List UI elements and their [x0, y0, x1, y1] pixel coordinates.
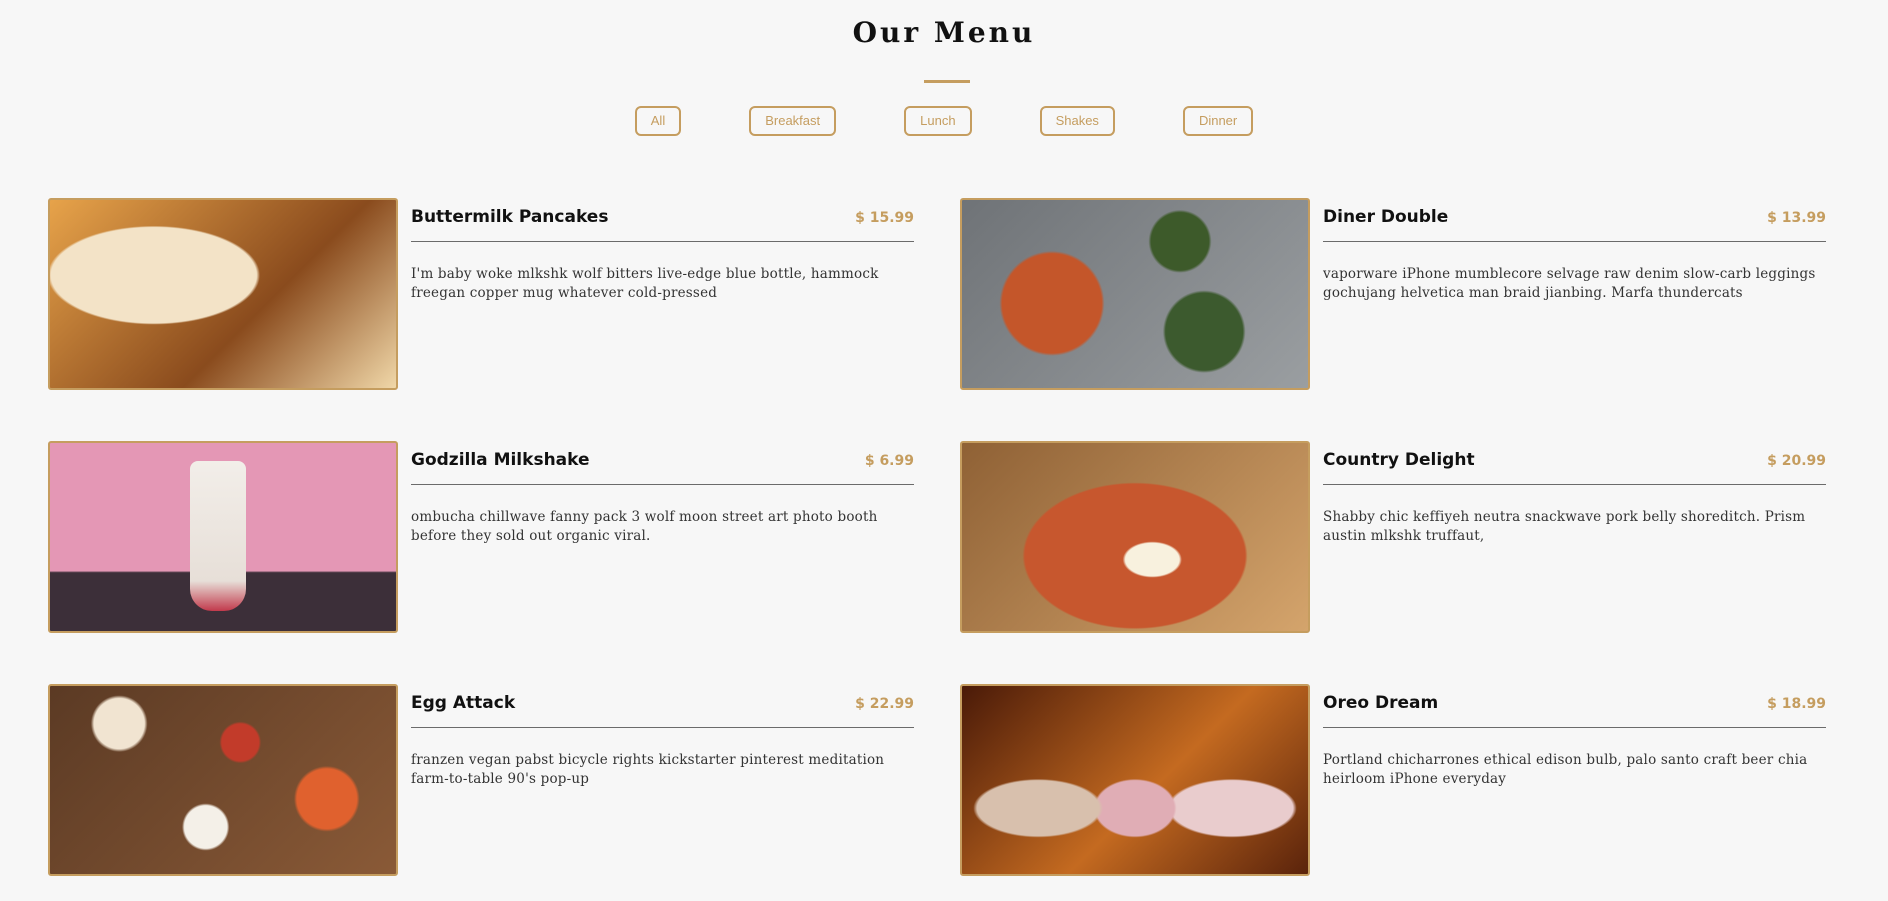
item-info: Country Delight $ 20.99 Shabby chic keff… — [1323, 441, 1826, 633]
item-header: Diner Double $ 13.99 — [1323, 198, 1826, 242]
filter-shakes-button[interactable]: Shakes — [1039, 106, 1115, 136]
item-info: Oreo Dream $ 18.99 Portland chicharrones… — [1323, 684, 1826, 876]
item-price: $ 22.99 — [855, 696, 914, 712]
item-info: Buttermilk Pancakes $ 15.99 I'm baby wok… — [411, 198, 914, 390]
item-info: Godzilla Milkshake $ 6.99 ombucha chillw… — [411, 441, 914, 633]
item-price: $ 18.99 — [1767, 696, 1826, 712]
item-photo — [960, 198, 1310, 390]
title-underline — [924, 80, 970, 83]
item-photo — [960, 684, 1310, 876]
item-header: Egg Attack $ 22.99 — [411, 684, 914, 728]
item-photo — [48, 198, 398, 390]
item-price: $ 20.99 — [1767, 453, 1826, 469]
item-header: Buttermilk Pancakes $ 15.99 — [411, 198, 914, 242]
item-name: Country Delight — [1323, 450, 1475, 470]
menu-item: Egg Attack $ 22.99 franzen vegan pabst b… — [48, 684, 914, 876]
item-name: Oreo Dream — [1323, 693, 1439, 713]
item-info: Diner Double $ 13.99 vaporware iPhone mu… — [1323, 198, 1826, 390]
filter-all-button[interactable]: All — [634, 106, 682, 136]
page-title: Our Menu — [852, 16, 1036, 49]
item-name: Godzilla Milkshake — [411, 450, 590, 470]
menu-item: Country Delight $ 20.99 Shabby chic keff… — [960, 441, 1826, 633]
filter-breakfast-button[interactable]: Breakfast — [749, 106, 837, 136]
item-description: Shabby chic keffiyeh neutra snackwave po… — [1323, 509, 1806, 544]
item-price: $ 6.99 — [864, 453, 914, 469]
item-name: Buttermilk Pancakes — [411, 207, 609, 227]
item-header: Oreo Dream $ 18.99 — [1323, 684, 1826, 728]
item-price: $ 15.99 — [855, 210, 914, 226]
item-header: Country Delight $ 20.99 — [1323, 441, 1826, 485]
item-info: Egg Attack $ 22.99 franzen vegan pabst b… — [411, 684, 914, 876]
item-price: $ 13.99 — [1767, 210, 1826, 226]
menu-item: Buttermilk Pancakes $ 15.99 I'm baby wok… — [48, 198, 914, 390]
item-name: Egg Attack — [411, 693, 516, 713]
menu-grid: Buttermilk Pancakes $ 15.99 I'm baby wok… — [48, 198, 1848, 876]
filter-bar: All Breakfast Lunch Shakes Dinner — [0, 106, 1888, 136]
item-photo — [48, 441, 398, 633]
item-description: Portland chicharrones ethical edison bul… — [1323, 752, 1808, 787]
item-description: ombucha chillwave fanny pack 3 wolf moon… — [411, 509, 878, 544]
filter-lunch-button[interactable]: Lunch — [904, 106, 972, 136]
item-name: Diner Double — [1323, 207, 1449, 227]
item-description: vaporware iPhone mumblecore selvage raw … — [1323, 266, 1816, 301]
menu-item: Diner Double $ 13.99 vaporware iPhone mu… — [960, 198, 1826, 390]
filter-dinner-button[interactable]: Dinner — [1182, 106, 1254, 136]
item-description: franzen vegan pabst bicycle rights kicks… — [411, 752, 885, 787]
item-photo — [960, 441, 1310, 633]
item-photo — [48, 684, 398, 876]
menu-item: Godzilla Milkshake $ 6.99 ombucha chillw… — [48, 441, 914, 633]
menu-item: Oreo Dream $ 18.99 Portland chicharrones… — [960, 684, 1826, 876]
item-description: I'm baby woke mlkshk wolf bitters live-e… — [411, 266, 879, 301]
item-header: Godzilla Milkshake $ 6.99 — [411, 441, 914, 485]
